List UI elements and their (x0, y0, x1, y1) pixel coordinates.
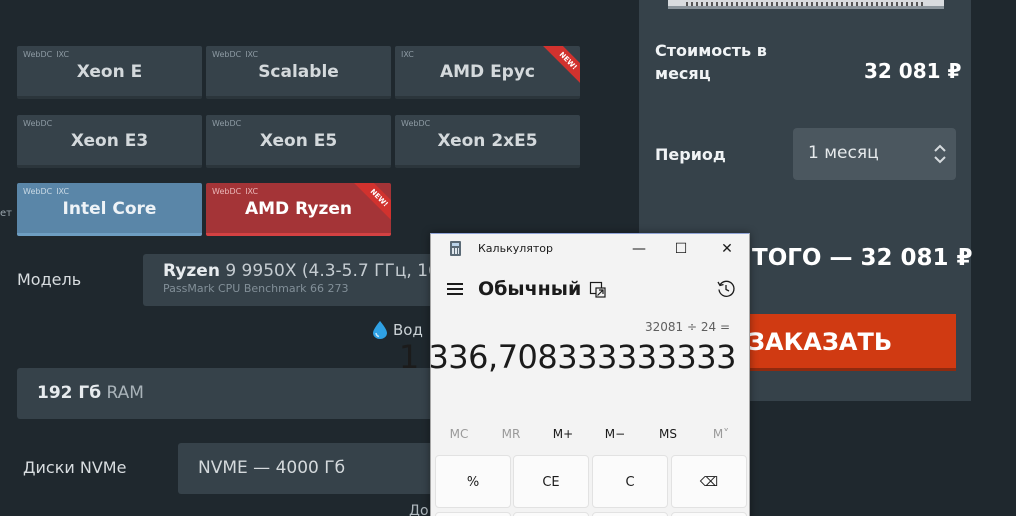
disks-select[interactable]: NVME — 4000 Гб (178, 443, 448, 494)
datacenter-tag: IXC (245, 50, 259, 59)
datacenter-tags: WebDC IXC (23, 187, 69, 196)
cpu-tile-amd-epyc[interactable]: IXC AMD Epyc NEW! (395, 46, 580, 99)
water-cooling-label: Вод (393, 321, 423, 339)
cpu-tile-amd-ryzen[interactable]: WebDC IXC AMD Ryzen NEW! (206, 183, 391, 236)
cpu-tile-xeon-2xe5[interactable]: WebDC Xeon 2xE5 (395, 115, 580, 168)
period-label: Период (655, 145, 726, 164)
cpu-tile-scalable[interactable]: WebDC IXC Scalable (206, 46, 391, 99)
cpu-tile-intel-core[interactable]: WebDC IXC Intel Core (17, 183, 202, 236)
datacenter-tags: WebDC IXC (23, 50, 69, 59)
cpu-tile-label: Xeon 2xE5 (437, 131, 538, 151)
datacenter-tags: WebDC (401, 119, 430, 128)
datacenter-tag: WebDC (212, 50, 242, 59)
memory-button-5[interactable]: M˅ (701, 427, 741, 441)
model-name: Ryzen 9 9950X (4.3-5.7 ГГц, 16 (163, 261, 439, 281)
datacenter-tags: WebDC IXC (212, 187, 258, 196)
cost-value: 32 081 ₽ (864, 59, 962, 83)
calculator-titlebar[interactable]: Калькулятор — ☐ ✕ (431, 234, 749, 264)
total-price: ТОГО — 32 081 ₽ (752, 245, 973, 271)
calc-key-partial[interactable] (435, 512, 511, 516)
datacenter-tag: IXC (401, 50, 414, 59)
clear-key[interactable]: C (592, 455, 668, 508)
menu-icon[interactable] (447, 283, 463, 295)
ram-select[interactable]: 192 Гб RAM (17, 368, 447, 419)
calc-key-partial[interactable] (671, 512, 747, 516)
calculator-display: 1 336,708333333333 (398, 338, 737, 376)
clear-entry-key[interactable]: CE (513, 455, 589, 508)
datacenter-tag: WebDC (212, 119, 242, 128)
cpu-tile-label: Xeon E3 (70, 131, 149, 151)
calculator-title: Калькулятор (478, 242, 553, 255)
datacenter-tags: WebDC (212, 119, 241, 128)
water-drop-icon (373, 321, 387, 339)
period-value: 1 месяц (808, 143, 879, 163)
datacenter-tag: WebDC (23, 187, 53, 196)
datacenter-tags: IXC (401, 50, 414, 59)
keep-on-top-icon[interactable] (589, 281, 607, 299)
cpu-tile-label: AMD Epyc (439, 62, 536, 82)
datacenter-tags: WebDC IXC (212, 50, 258, 59)
period-select[interactable]: 1 месяц (793, 128, 956, 180)
server-image (668, 0, 944, 12)
left-edge-text-fragment: ет (0, 208, 12, 219)
calculator-expression: 32081 ÷ 24 = (645, 320, 730, 334)
datacenter-tag: WebDC (23, 50, 53, 59)
memory-button-3[interactable]: M− (595, 427, 635, 441)
datacenter-tag: WebDC (23, 119, 53, 128)
calc-key-partial[interactable] (513, 512, 589, 516)
datacenter-tag: IXC (56, 187, 70, 196)
datacenter-tag: IXC (245, 187, 259, 196)
calculator-mode: Обычный (478, 278, 582, 300)
calculator-window: Калькулятор — ☐ ✕ Обычный 32081 ÷ 24 = 1… (399, 233, 750, 516)
maximize-button[interactable]: ☐ (669, 238, 693, 260)
order-button-label: ЗАКАЗАТЬ (748, 328, 893, 356)
memory-button-1[interactable]: MR (491, 427, 531, 441)
datacenter-tag: WebDC (401, 119, 431, 128)
cpu-tile-label: Intel Core (62, 199, 157, 219)
cpu-tile-label: Xeon E (76, 62, 143, 82)
cpu-tile-label: AMD Ryzen (244, 199, 353, 219)
disks-label: Диски NVMe (23, 458, 127, 477)
bottom-text-fragment: До (409, 503, 429, 516)
datacenter-tags: WebDC (23, 119, 52, 128)
cpu-tile-xeon-e3[interactable]: WebDC Xeon E3 (17, 115, 202, 168)
model-select[interactable]: Ryzen 9 9950X (4.3-5.7 ГГц, 16 PassMark … (143, 254, 443, 306)
close-button[interactable]: ✕ (715, 238, 739, 260)
backspace-key[interactable]: ⌫ (671, 455, 747, 508)
order-button[interactable]: ЗАКАЗАТЬ (748, 314, 956, 371)
minimize-button[interactable]: — (627, 238, 651, 260)
water-cooling-option[interactable]: Вод (373, 321, 423, 339)
up-down-arrows-icon (934, 144, 946, 164)
cpu-tile-label: Scalable (258, 62, 339, 82)
cost-label: Стоимость в месяц (655, 41, 767, 83)
datacenter-tag: WebDC (212, 187, 242, 196)
model-benchmark: PassMark CPU Benchmark 66 273 (163, 282, 349, 295)
model-label: Модель (17, 270, 82, 289)
memory-button-4[interactable]: MS (648, 427, 688, 441)
cpu-tile-label: Xeon E5 (259, 131, 338, 151)
history-icon[interactable] (716, 279, 736, 299)
percent-key[interactable]: % (435, 455, 511, 508)
calculator-app-icon (450, 241, 461, 256)
cpu-tile-xeon-e[interactable]: WebDC IXC Xeon E (17, 46, 202, 99)
memory-button-0[interactable]: MC (439, 427, 479, 441)
calc-key-partial[interactable] (592, 512, 668, 516)
memory-button-2[interactable]: M+ (543, 427, 583, 441)
cpu-tile-xeon-e5[interactable]: WebDC Xeon E5 (206, 115, 391, 168)
datacenter-tag: IXC (56, 50, 70, 59)
